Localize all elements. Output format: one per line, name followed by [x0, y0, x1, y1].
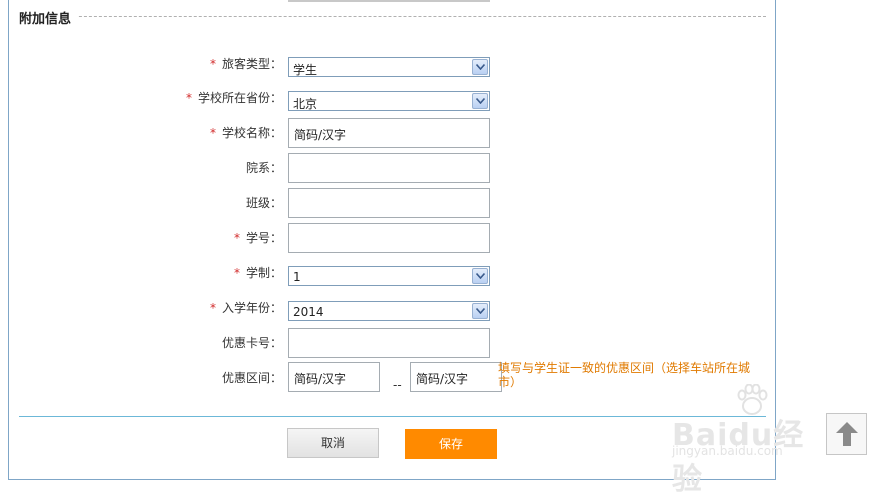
discount-range-from-value: 简码/汉字	[294, 372, 347, 386]
required-mark: *	[233, 231, 240, 245]
required-mark: *	[233, 266, 240, 280]
required-mark: *	[209, 57, 216, 71]
required-mark: *	[209, 126, 216, 140]
enroll-year-value: 2014	[293, 305, 324, 319]
discount-range-label: 优惠区间：	[221, 371, 282, 385]
program-length-select[interactable]: 1	[288, 266, 490, 286]
discount-card-input[interactable]	[288, 328, 490, 358]
school-province-value: 北京	[293, 97, 318, 111]
arrow-up-icon	[836, 422, 858, 446]
discount-range-to-value: 简码/汉字	[416, 372, 469, 386]
required-mark: *	[185, 91, 192, 105]
scroll-to-top-button[interactable]	[826, 413, 867, 455]
section-title: 附加信息	[19, 8, 78, 27]
school-province-select[interactable]: 北京	[288, 91, 490, 111]
discount-range-to-input[interactable]: 简码/汉字	[410, 362, 502, 392]
school-name-input[interactable]: 简码/汉字	[288, 118, 490, 148]
school-name-label: * 学校名称：	[209, 126, 282, 140]
department-input[interactable]	[288, 153, 490, 183]
passenger-type-label: * 旅客类型：	[209, 57, 282, 71]
chevron-down-icon[interactable]	[472, 93, 488, 109]
chevron-down-icon[interactable]	[472, 303, 488, 319]
enroll-year-label: * 入学年份：	[209, 301, 282, 315]
department-label: 院系：	[245, 161, 282, 175]
school-name-value: 简码/汉字	[294, 128, 347, 142]
passenger-type-select[interactable]: 学生	[288, 57, 490, 77]
footer-divider	[19, 416, 766, 417]
discount-range-separator: --	[393, 378, 402, 392]
class-label: 班级：	[245, 196, 282, 210]
save-button[interactable]: 保存	[405, 429, 497, 459]
chevron-down-icon[interactable]	[472, 59, 488, 75]
section-divider	[19, 16, 766, 17]
cancel-button[interactable]: 取消	[287, 428, 379, 458]
passenger-type-value: 学生	[293, 63, 318, 77]
watermark-url: jingyan.baidu.com	[672, 444, 783, 458]
chevron-down-icon[interactable]	[472, 268, 488, 284]
previous-field-edge	[288, 0, 490, 2]
required-mark: *	[209, 301, 216, 315]
student-id-input[interactable]	[288, 223, 490, 253]
discount-range-from-input[interactable]: 简码/汉字	[288, 362, 380, 392]
enroll-year-select[interactable]: 2014	[288, 301, 490, 321]
program-length-value: 1	[293, 270, 301, 284]
program-length-label: * 学制：	[233, 266, 282, 280]
student-id-label: * 学号：	[233, 231, 282, 245]
school-province-label: * 学校所在省份：	[185, 91, 282, 105]
baidu-watermark: Baidu经验 jingyan.baidu.com	[672, 384, 822, 497]
class-input[interactable]	[288, 188, 490, 218]
discount-card-label: 优惠卡号：	[221, 336, 282, 350]
